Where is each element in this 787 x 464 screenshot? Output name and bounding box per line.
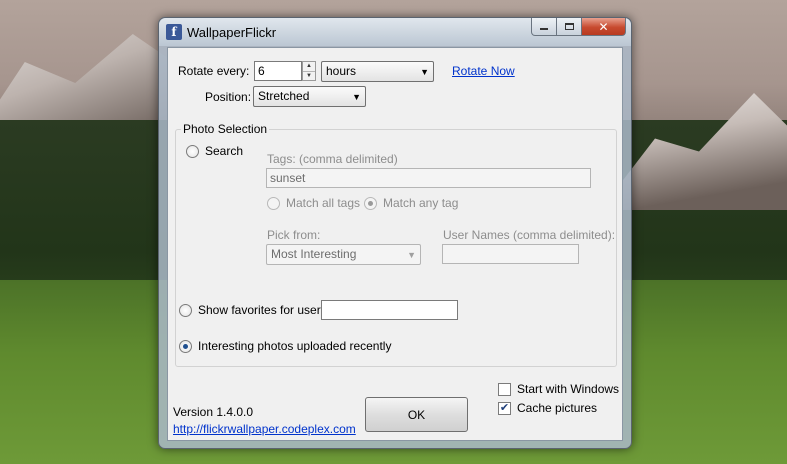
favorites-label[interactable]: Show favorites for user: <box>198 303 324 317</box>
close-button[interactable]: ✕ <box>582 18 626 36</box>
title-bar[interactable]: f WallpaperFlickr ✕ <box>159 18 631 46</box>
start-with-windows-label[interactable]: Start with Windows <box>517 382 619 396</box>
chevron-down-icon: ▼ <box>407 250 416 260</box>
ok-button[interactable]: OK <box>365 397 468 432</box>
rotate-unit-select[interactable]: hours ▼ <box>321 61 434 82</box>
cache-pictures-label[interactable]: Cache pictures <box>517 401 597 415</box>
position-value: Stretched <box>258 89 310 103</box>
app-icon[interactable]: f <box>166 24 182 40</box>
search-radio[interactable] <box>186 145 199 158</box>
match-any-tag-label[interactable]: Match any tag <box>383 196 458 210</box>
app-window: f WallpaperFlickr ✕ Rotate every: 6 ▲ ▼ … <box>158 17 632 449</box>
website-link[interactable]: http://flickrwallpaper.codeplex.com <box>173 422 356 436</box>
maximize-icon <box>564 23 574 30</box>
rotate-unit-value: hours <box>326 64 357 78</box>
ok-button-label: OK <box>407 407 426 422</box>
caption-buttons: ✕ <box>531 18 626 36</box>
window-title: WallpaperFlickr <box>187 25 277 40</box>
tags-label: Tags: (comma delimited) <box>267 152 398 166</box>
interesting-radio[interactable] <box>179 340 192 353</box>
pick-from-label: Pick from: <box>267 228 321 242</box>
match-all-tags-label[interactable]: Match all tags <box>286 196 360 210</box>
client-area: Rotate every: 6 ▲ ▼ hours ▼ Rotate Now P… <box>167 47 623 441</box>
spinner-up-icon[interactable]: ▲ <box>303 62 315 71</box>
search-label[interactable]: Search <box>205 144 243 158</box>
checkmark-icon: ✔ <box>499 402 510 414</box>
pick-from-select[interactable]: Most Interesting ▼ <box>266 244 421 265</box>
favorites-user-input[interactable] <box>321 300 458 320</box>
pick-from-value: Most Interesting <box>271 247 357 261</box>
favorites-radio[interactable] <box>179 304 192 317</box>
interesting-label[interactable]: Interesting photos uploaded recently <box>198 339 391 353</box>
photo-selection-title: Photo Selection <box>181 122 270 136</box>
position-select[interactable]: Stretched ▼ <box>253 86 366 107</box>
position-label: Position: <box>205 90 252 104</box>
match-all-tags-radio[interactable] <box>267 197 280 210</box>
rotate-interval-spinner[interactable]: ▲ ▼ <box>302 61 316 81</box>
spinner-down-icon[interactable]: ▼ <box>303 71 315 80</box>
cache-pictures-checkbox[interactable]: ✔ <box>498 402 511 415</box>
chevron-down-icon: ▼ <box>420 67 429 77</box>
start-with-windows-checkbox[interactable] <box>498 383 511 396</box>
minimize-icon <box>540 27 548 30</box>
close-icon: ✕ <box>598 19 609 34</box>
minimize-button[interactable] <box>531 18 557 36</box>
rotate-interval-input[interactable]: 6 <box>254 61 302 81</box>
user-names-input[interactable] <box>442 244 579 264</box>
chevron-down-icon: ▼ <box>352 92 361 102</box>
match-any-tag-radio[interactable] <box>364 197 377 210</box>
user-names-label: User Names (comma delimited): <box>443 228 616 242</box>
rotate-now-link[interactable]: Rotate Now <box>452 64 515 78</box>
maximize-button[interactable] <box>557 18 582 36</box>
version-label: Version 1.4.0.0 <box>173 405 254 419</box>
tags-input[interactable]: sunset <box>266 168 591 188</box>
rotate-label: Rotate every: <box>178 64 250 78</box>
